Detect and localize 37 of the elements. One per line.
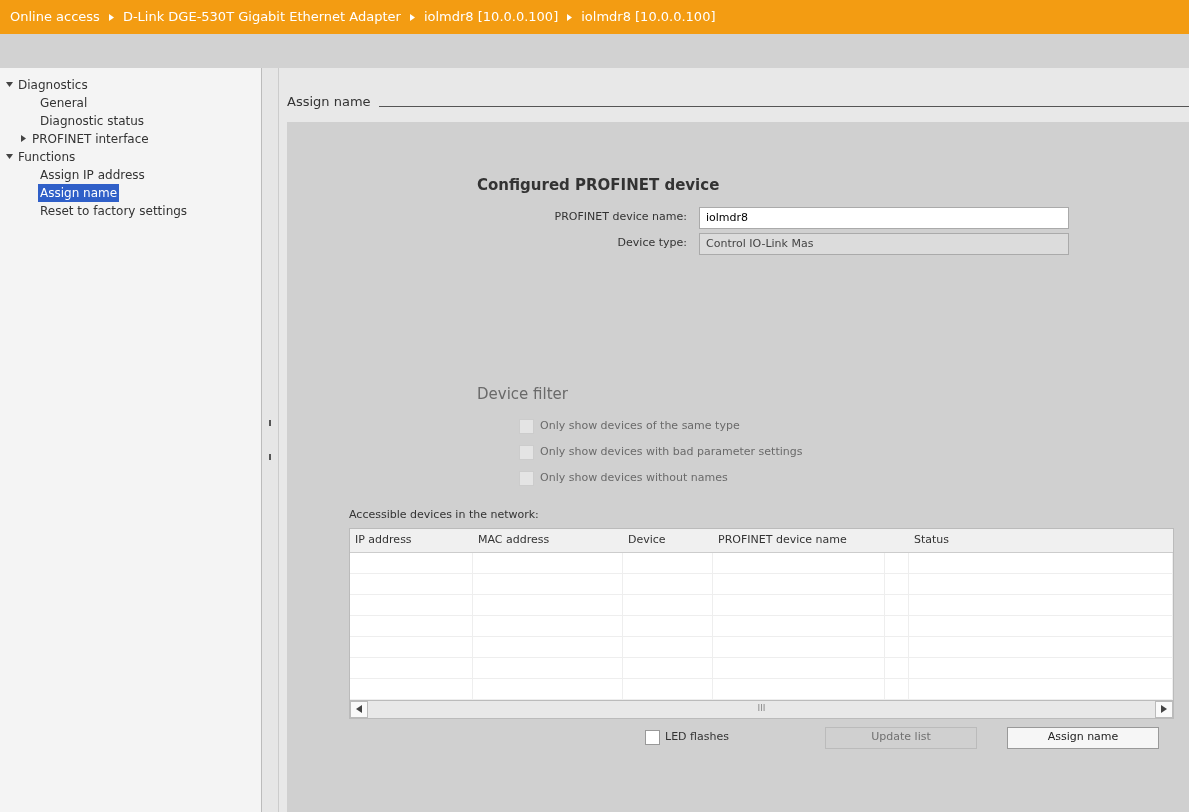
field-label: Device type:	[616, 235, 688, 252]
checkbox-label: Only show devices with bad parameter settings	[540, 443, 803, 460]
column-header[interactable]: Device	[623, 528, 713, 553]
tree-item[interactable]: Functions	[16, 148, 78, 166]
table-cell	[885, 678, 909, 700]
scroll-right-icon[interactable]	[1161, 705, 1167, 713]
column-header[interactable]: IP address	[350, 528, 473, 553]
table-cell	[885, 552, 909, 574]
field-label: PROFINET device name:	[553, 209, 688, 226]
table-caption: Accessible devices in the network:	[349, 507, 540, 523]
text-field[interactable]: iolmdr8	[699, 206, 1069, 229]
section-title: Assign name	[287, 93, 371, 112]
breadcrumb-separator-icon	[566, 13, 574, 21]
splitter-grip-icon[interactable]	[268, 420, 273, 460]
checkbox-label: Only show devices of the same type	[540, 417, 740, 434]
expanded-arrow-icon[interactable]	[6, 81, 13, 88]
column-header[interactable]: PROFINET device name	[713, 528, 885, 553]
tree-item[interactable]: Diagnostics	[16, 76, 90, 94]
action-button[interactable]: Assign name	[1007, 726, 1159, 749]
tree-item[interactable]: Reset to factory settings	[38, 202, 190, 220]
tree-item[interactable]: Assign IP address	[38, 166, 147, 184]
tree-item[interactable]: Diagnostic status	[38, 112, 147, 130]
column-header[interactable]: Status	[909, 528, 1173, 553]
tree-item[interactable]: PROFINET interface	[30, 130, 151, 148]
collapsed-arrow-icon[interactable]	[20, 135, 27, 142]
checkbox-label: Only show devices without names	[540, 469, 728, 486]
filter-heading: Device filter	[477, 383, 569, 405]
column-header[interactable]: MAC address	[473, 528, 623, 553]
breadcrumb-separator-icon	[107, 13, 115, 21]
checkbox-label: LED flashes	[665, 729, 729, 746]
tree-item[interactable]: Assign name	[38, 184, 120, 202]
breadcrumb-separator-icon	[408, 13, 416, 21]
tree-item[interactable]: General	[38, 94, 90, 112]
expanded-arrow-icon[interactable]	[6, 153, 13, 160]
checkbox[interactable]	[645, 730, 660, 745]
section-heading: Configured PROFINET device	[477, 175, 721, 196]
scroll-left-icon[interactable]	[356, 705, 362, 713]
